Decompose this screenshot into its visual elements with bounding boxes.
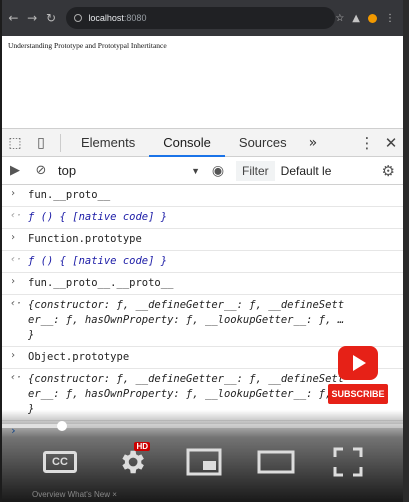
extension-orange-icon[interactable] (368, 13, 377, 23)
tab-console[interactable]: Console (149, 129, 225, 157)
settings-gear-icon (122, 450, 144, 474)
toolbar-divider (60, 133, 61, 152)
output-prompt-icon: ‹· (10, 254, 23, 265)
bookmark-star-icon[interactable]: ☆ (335, 13, 344, 24)
youtube-logo-icon (338, 346, 378, 380)
page-heading: Understanding Prototype and Prototypal I… (8, 41, 167, 50)
browser-toolbar: ← → ↻ localhost:8080 ☆ ▲ ⋮ (2, 0, 403, 36)
tab-sources[interactable]: Sources (225, 129, 301, 157)
console-input: fun.__proto__ (28, 189, 111, 201)
footer-drawer-tabs: Overview What's New × (32, 490, 117, 499)
output-prompt-icon: ‹· (10, 372, 23, 383)
subscribe-label: SUBSCRIBE (328, 384, 388, 404)
reload-icon[interactable]: ↻ (44, 11, 59, 25)
progress-scrubber-handle[interactable] (57, 421, 68, 431)
inspect-element-icon[interactable]: ⬚ (2, 135, 28, 151)
input-prompt-icon: › (10, 350, 17, 361)
console-toolbar: ▶ ⊘ top ▼ ◉ Filter Default le ⚙ (2, 157, 403, 185)
console-input-row: › Function.prototype (2, 229, 403, 251)
hd-badge: HD (134, 442, 150, 451)
forward-icon[interactable]: → (25, 11, 40, 25)
captions-button[interactable]: CC (40, 440, 80, 484)
site-info-icon[interactable] (74, 14, 83, 22)
theater-mode-icon (257, 450, 295, 474)
console-output-line: ƒ () { [native code] } (28, 255, 168, 267)
live-expression-eye-icon[interactable]: ◉ (204, 163, 232, 179)
theater-mode-button[interactable] (256, 440, 296, 484)
log-levels-select[interactable]: Default le (281, 164, 337, 178)
filter-input[interactable]: Filter (236, 160, 275, 181)
browser-menu-icon[interactable]: ⋮ (385, 13, 395, 24)
browser-actions: ☆ ▲ ⋮ (335, 13, 395, 24)
console-input-row: › fun.__proto__.__proto__ (2, 273, 403, 295)
input-prompt-icon: › (10, 232, 17, 243)
play-triangle-icon (353, 355, 366, 371)
console-input: fun.__proto__.__proto__ (28, 277, 174, 289)
device-toolbar-icon[interactable]: ▯ (28, 135, 54, 151)
clear-console-icon[interactable]: ⊘ (28, 163, 54, 178)
console-output-line: {constructor: ƒ, __defineGetter__: ƒ, __… (28, 299, 345, 311)
output-prompt-icon: ‹· (10, 210, 23, 221)
close-devtools-icon[interactable]: ✕ (379, 134, 403, 152)
chevron-down-icon: ▼ (191, 165, 200, 176)
context-value: top (58, 163, 77, 178)
output-prompt-icon: ‹· (10, 298, 23, 309)
devtools-right-controls: ⋮ ✕ (355, 134, 403, 152)
sidebar-toggle-icon[interactable]: ▶ (2, 163, 28, 178)
back-icon[interactable]: ← (6, 11, 21, 25)
miniplayer-icon (186, 448, 222, 476)
browser-window: ← → ↻ localhost:8080 ☆ ▲ ⋮ Understanding… (2, 0, 403, 502)
fullscreen-icon (333, 447, 363, 477)
settings-button[interactable]: HD (112, 440, 152, 484)
progress-bar[interactable] (2, 421, 403, 431)
extension-icon[interactable]: ▲ (352, 13, 360, 24)
console-output-row: ‹· ƒ () { [native code] } (2, 207, 403, 229)
player-button-row: CC HD (2, 440, 403, 484)
cc-icon: CC (43, 451, 77, 473)
page-viewport: Understanding Prototype and Prototypal I… (2, 36, 403, 128)
miniplayer-button[interactable] (184, 440, 224, 484)
subscribe-button[interactable]: SUBSCRIBE (328, 346, 388, 406)
progress-fill (2, 424, 63, 428)
console-output-line-wrap: ▶er__: ƒ, hasOwnProperty: ƒ, __lookupGet… (28, 313, 403, 328)
more-tabs-icon[interactable]: » (301, 135, 326, 151)
fullscreen-button[interactable] (328, 440, 368, 484)
console-output-line: er__: ƒ, hasOwnProperty: ƒ, __lookupGett… (28, 314, 345, 326)
input-prompt-icon: › (10, 188, 17, 199)
console-output-line: ƒ () { [native code] } (28, 211, 168, 223)
devtools-menu-icon[interactable]: ⋮ (355, 134, 379, 152)
console-output-line: } (28, 329, 35, 341)
url-host: localhost (88, 13, 124, 23)
window-edge (403, 0, 409, 502)
console-input: Function.prototype (28, 233, 142, 245)
tab-elements[interactable]: Elements (67, 129, 149, 157)
console-output-row: ‹· ƒ () { [native code] } (2, 251, 403, 273)
video-player-controls: CC HD Overview What's New × (2, 410, 403, 502)
console-object-row[interactable]: ‹· {constructor: ƒ, __defineGetter__: ƒ,… (2, 295, 403, 347)
console-input-row: › fun.__proto__ (2, 185, 403, 207)
devtools-tab-bar: ⬚ ▯ Elements Console Sources » ⋮ ✕ (2, 129, 403, 157)
console-output-line: er__: ƒ, hasOwnProperty: ƒ, __lookupGett… (28, 388, 345, 400)
url-port: :8080 (123, 13, 147, 23)
console-settings-gear-icon[interactable]: ⚙ (382, 162, 395, 180)
input-prompt-icon: › (10, 276, 17, 287)
address-bar[interactable]: localhost:8080 (66, 7, 336, 29)
context-select[interactable]: top ▼ (58, 161, 204, 181)
